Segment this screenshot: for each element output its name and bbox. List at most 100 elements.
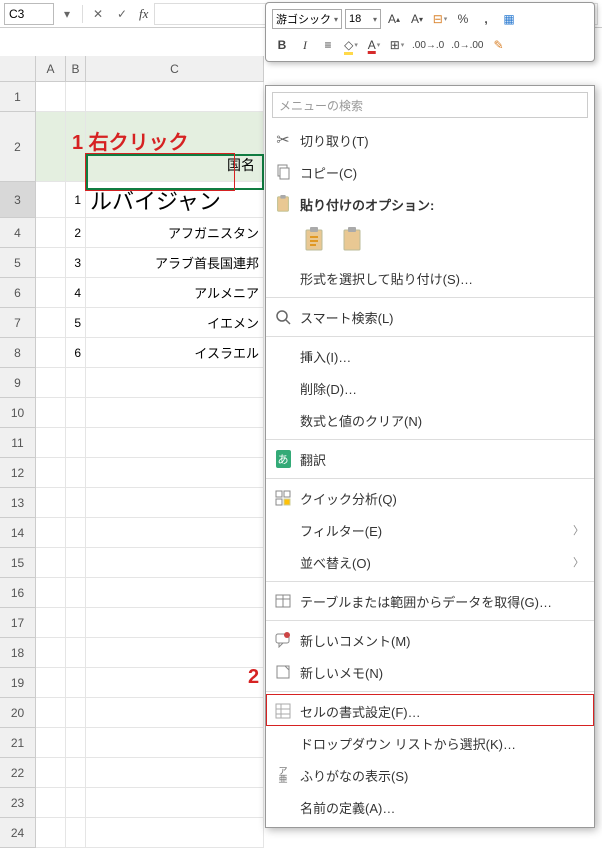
cell-A17[interactable] [36,608,66,638]
row-header-6[interactable]: 6 [0,278,36,308]
cancel-icon[interactable]: ✕ [87,3,109,25]
menu-paste-opt[interactable]: 貼り付けのオプション: [266,188,594,220]
cell-C15[interactable] [86,548,264,578]
select-all-corner[interactable] [0,56,36,82]
cell-C16[interactable] [86,578,264,608]
row-header-7[interactable]: 7 [0,308,36,338]
row-header-19[interactable]: 19 [0,668,36,698]
menu-paste-special[interactable]: 形式を選択して貼り付け(S)… [266,262,594,294]
cell-C20[interactable] [86,698,264,728]
menu-sort[interactable]: 並べ替え(O)〉 [266,546,594,578]
menu-clear[interactable]: 数式と値のクリア(N) [266,404,594,436]
cell-A15[interactable] [36,548,66,578]
cell-B8[interactable]: 6 [66,338,86,368]
cell-A11[interactable] [36,428,66,458]
menu-new-note[interactable]: 新しいメモ(N) [266,656,594,688]
merge-cells-icon[interactable]: ⊟▾ [430,9,450,29]
cell-B23[interactable] [66,788,86,818]
cell-C14[interactable] [86,518,264,548]
cell-B7[interactable]: 5 [66,308,86,338]
percent-icon[interactable]: % [453,9,473,29]
cell-B4[interactable]: 2 [66,218,86,248]
font-family-select[interactable]: 游ゴシック▾ [272,9,342,29]
row-header-22[interactable]: 22 [0,758,36,788]
cell-B21[interactable] [66,728,86,758]
cell-B19[interactable] [66,668,86,698]
row-header-17[interactable]: 17 [0,608,36,638]
row-header-20[interactable]: 20 [0,698,36,728]
menu-phonetic[interactable]: ア亜ふりがなの表示(S) [266,759,594,791]
row-header-12[interactable]: 12 [0,458,36,488]
decrease-decimal-icon[interactable]: .0→.00 [449,35,485,55]
cell-C9[interactable] [86,368,264,398]
row-header-21[interactable]: 21 [0,728,36,758]
cell-A20[interactable] [36,698,66,728]
cell-A6[interactable] [36,278,66,308]
cell-A22[interactable] [36,758,66,788]
cell-A7[interactable] [36,308,66,338]
cell-A5[interactable] [36,248,66,278]
menu-search-input[interactable]: メニューの検索 [272,92,588,118]
increase-font-icon[interactable]: A▴ [384,9,404,29]
menu-dropdown-list[interactable]: ドロップダウン リストから選択(K)… [266,727,594,759]
cell-B12[interactable] [66,458,86,488]
cell-B11[interactable] [66,428,86,458]
row-header-2[interactable]: 2 [0,112,36,182]
col-header-A[interactable]: A [36,56,66,82]
fill-color-icon[interactable]: ◇▾ [341,35,361,55]
cell-C21[interactable] [86,728,264,758]
row-header-24[interactable]: 24 [0,818,36,848]
cell-C23[interactable] [86,788,264,818]
menu-delete[interactable]: 削除(D)… [266,372,594,404]
row-header-11[interactable]: 11 [0,428,36,458]
align-icon[interactable]: ≡ [318,35,338,55]
fx-icon[interactable]: fx [139,6,148,22]
menu-define-name[interactable]: 名前の定義(A)… [266,791,594,823]
cell-C18[interactable] [86,638,264,668]
cell-B3[interactable]: 1 [66,182,86,218]
cell-A23[interactable] [36,788,66,818]
cell-B15[interactable] [66,548,86,578]
italic-button[interactable]: I [295,35,315,55]
cell-C4[interactable]: アフガニスタン [86,218,264,248]
paste-keep-source-icon[interactable] [300,224,328,254]
cell-B9[interactable] [66,368,86,398]
cell-A24[interactable] [36,818,66,848]
cell-A2[interactable] [36,112,66,182]
cell-A13[interactable] [36,488,66,518]
menu-filter[interactable]: フィルター(E)〉 [266,514,594,546]
paste-values-icon[interactable] [338,224,366,254]
cell-C10[interactable] [86,398,264,428]
cell-A21[interactable] [36,728,66,758]
row-header-3[interactable]: 3 [0,182,36,218]
cell-C11[interactable] [86,428,264,458]
menu-get-data[interactable]: テーブルまたは範囲からデータを取得(G)… [266,585,594,617]
cell-C12[interactable] [86,458,264,488]
row-header-9[interactable]: 9 [0,368,36,398]
row-header-13[interactable]: 13 [0,488,36,518]
row-header-5[interactable]: 5 [0,248,36,278]
cell-B6[interactable]: 4 [66,278,86,308]
cell-B14[interactable] [66,518,86,548]
cell-B16[interactable] [66,578,86,608]
border-icon[interactable]: ⊞▾ [387,35,407,55]
cell-A3[interactable] [36,182,66,218]
row-header-15[interactable]: 15 [0,548,36,578]
cell-B5[interactable]: 3 [66,248,86,278]
cell-A4[interactable] [36,218,66,248]
cell-C17[interactable] [86,608,264,638]
cell-C5[interactable]: アラブ首長国連邦 [86,248,264,278]
enter-icon[interactable]: ✓ [111,3,133,25]
increase-decimal-icon[interactable]: .00→.0 [410,35,446,55]
menu-smart-lookup[interactable]: スマート検索(L) [266,301,594,333]
row-header-16[interactable]: 16 [0,578,36,608]
cell-A1[interactable] [36,82,66,112]
menu-quick-analysis[interactable]: クイック分析(Q) [266,482,594,514]
cell-A14[interactable] [36,518,66,548]
cell-B10[interactable] [66,398,86,428]
cell-C24[interactable] [86,818,264,848]
menu-cut[interactable]: ✂切り取り(T) [266,124,594,156]
cell-C22[interactable] [86,758,264,788]
bold-button[interactable]: B [272,35,292,55]
cell-A9[interactable] [36,368,66,398]
